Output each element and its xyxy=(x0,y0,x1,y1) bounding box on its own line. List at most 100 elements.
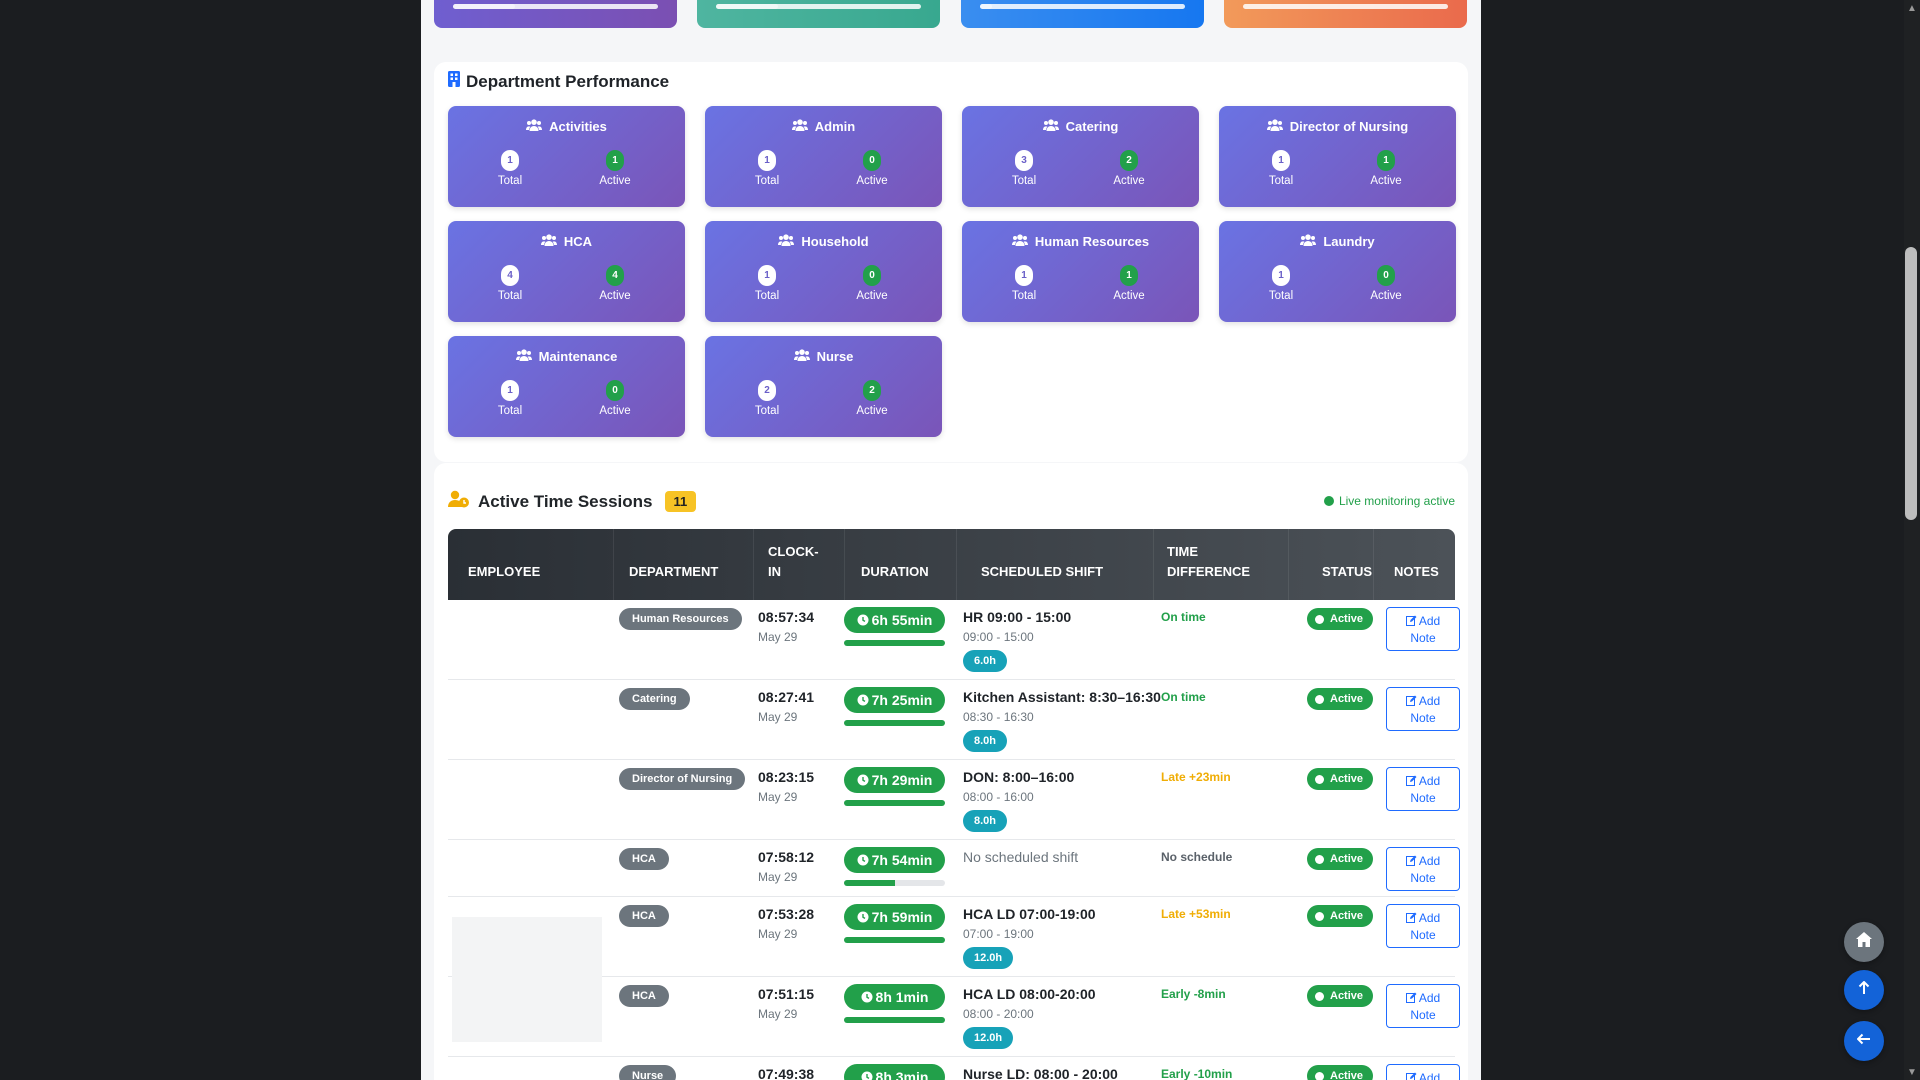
column-header[interactable]: NOTES xyxy=(1394,562,1439,582)
total-label: Total xyxy=(1011,290,1037,302)
duration-text: 7h 29min xyxy=(871,772,933,788)
department-card[interactable]: Catering 3 Total 2 Active xyxy=(962,106,1199,207)
arrow-up-icon xyxy=(1858,980,1870,1000)
department-card[interactable]: Admin 1 Total 0 Active xyxy=(705,106,942,207)
column-divider xyxy=(1288,529,1289,600)
department-card[interactable]: Activities 1 Total 1 Active xyxy=(448,106,685,207)
scrollbar-thumb[interactable] xyxy=(1905,247,1917,520)
add-note-label: Note xyxy=(1410,791,1436,805)
page-scrollbar[interactable] xyxy=(1904,0,1920,1080)
home-button[interactable] xyxy=(1844,922,1884,962)
column-header[interactable]: STATUS xyxy=(1322,562,1372,582)
edit-icon xyxy=(1405,774,1419,788)
clock-in-time: 07:53:28 xyxy=(758,906,815,922)
active-count-badge: 1 xyxy=(1377,150,1395,171)
scroll-up-arrow-icon[interactable]: ▲ xyxy=(1907,3,1917,14)
time-difference: No schedule xyxy=(1161,850,1233,864)
clock-in-time: 07:58:12 xyxy=(758,849,815,865)
session-count-badge: 11 xyxy=(664,491,697,512)
active-count-badge: 0 xyxy=(863,150,881,171)
department-card[interactable]: Human Resources 1 Total 1 Active xyxy=(962,221,1199,322)
active-metric: 0 Active xyxy=(1346,265,1426,302)
department-card[interactable]: Household 1 Total 0 Active xyxy=(705,221,942,322)
department-card-header: Maintenance xyxy=(448,349,685,364)
add-note-button[interactable]: AddNote xyxy=(1386,904,1460,948)
duration-badge: 7h 25min xyxy=(844,687,945,713)
back-button[interactable] xyxy=(1844,1021,1884,1061)
stat-card-1 xyxy=(434,0,677,28)
status-dot-icon xyxy=(1315,1071,1324,1080)
duration-text: 7h 59min xyxy=(871,909,933,925)
total-count-badge: 2 xyxy=(758,380,776,401)
add-note-button[interactable]: AddNote xyxy=(1386,984,1460,1028)
department-card[interactable]: Director of Nursing 1 Total 1 Active xyxy=(1219,106,1456,207)
clock-icon xyxy=(857,852,872,868)
add-note-button[interactable]: AddNote xyxy=(1386,687,1460,731)
add-note-button[interactable]: AddNote xyxy=(1386,1064,1460,1080)
department-name: Laundry xyxy=(1323,234,1375,249)
time-difference: Late +23min xyxy=(1161,770,1231,784)
duration-progress-fill xyxy=(844,937,945,943)
department-card[interactable]: Maintenance 1 Total 0 Active xyxy=(448,336,685,437)
department-card[interactable]: Nurse 2 Total 2 Active xyxy=(705,336,942,437)
active-count-badge: 0 xyxy=(863,265,881,286)
duration-badge: 6h 55min xyxy=(844,607,945,633)
department-card-header: Activities xyxy=(448,119,685,134)
duration-progress-fill xyxy=(844,640,945,646)
duration-badge: 8h 1min xyxy=(844,984,945,1010)
total-count-badge: 1 xyxy=(1015,265,1033,286)
sessions-table-header: EMPLOYEE DEPARTMENT CLOCK- IN DURATION SCHED… xyxy=(448,529,1455,600)
users-icon xyxy=(793,349,810,364)
department-performance-title: Department Performance xyxy=(466,71,670,91)
active-metric: 4 Active xyxy=(575,265,655,302)
active-count-badge: 0 xyxy=(1377,265,1395,286)
status-dot-icon xyxy=(1315,854,1324,864)
column-header[interactable]: CLOCK- IN xyxy=(768,542,819,582)
active-count-badge: 0 xyxy=(606,380,624,401)
active-sessions-heading: Active Time Sessions 11 xyxy=(448,490,697,513)
status-text: Active xyxy=(1330,1070,1364,1080)
add-note-button[interactable]: AddNote xyxy=(1386,847,1460,891)
department-card[interactable]: HCA 4 Total 4 Active xyxy=(448,221,685,322)
total-metric: 4 Total xyxy=(470,265,550,302)
scheduled-shift: DON: 8:00–16:00 xyxy=(963,769,1075,785)
add-note-button[interactable]: AddNote xyxy=(1386,767,1460,811)
scheduled-shift: HCA LD 07:00-19:00 xyxy=(963,906,1096,922)
stat-card-3 xyxy=(961,0,1204,28)
add-note-label: Add xyxy=(1418,854,1441,868)
column-header[interactable]: DURATION xyxy=(861,562,929,582)
status-badge: Active xyxy=(1307,688,1374,710)
column-header[interactable]: SCHEDULED SHIFT xyxy=(981,562,1103,582)
users-icon xyxy=(1042,119,1059,134)
duration-badge: 7h 54min xyxy=(844,847,945,873)
dashboard-page: Department Performance Activities 1 Total 1… xyxy=(421,0,1481,1080)
duration-text: 6h 55min xyxy=(871,612,933,628)
active-sessions-title: Active Time Sessions xyxy=(478,491,653,511)
status-dot-icon xyxy=(1315,991,1324,1001)
status-dot-icon xyxy=(1315,694,1324,704)
clock-in-time: 07:51:15 xyxy=(758,986,815,1002)
total-label: Total xyxy=(1268,290,1294,302)
active-metric: 2 Active xyxy=(832,380,912,417)
add-note-label: Add xyxy=(1418,1071,1441,1080)
shift-hours-badge: 8.0h xyxy=(963,730,1008,752)
active-label: Active xyxy=(599,175,631,187)
department-name: Catering xyxy=(1065,119,1119,134)
active-label: Active xyxy=(1370,290,1402,302)
department-card[interactable]: Laundry 1 Total 0 Active xyxy=(1219,221,1456,322)
column-header[interactable]: EMPLOYEE xyxy=(468,562,540,582)
department-name: Admin xyxy=(814,119,856,134)
clock-icon xyxy=(861,989,876,1005)
clock-in-time: 08:57:34 xyxy=(758,609,815,625)
clock-in-date: May 29 xyxy=(758,710,798,724)
add-note-button[interactable]: AddNote xyxy=(1386,607,1460,651)
column-header[interactable]: DEPARTMENT xyxy=(629,562,718,582)
edit-icon xyxy=(1405,1071,1419,1080)
scroll-down-arrow-icon[interactable]: ▼ xyxy=(1907,1067,1917,1078)
users-icon xyxy=(1011,234,1028,249)
shift-hours-badge: 12.0h xyxy=(963,1027,1014,1049)
active-label: Active xyxy=(856,290,888,302)
column-header[interactable]: TIME DIFFERENCE xyxy=(1167,542,1250,582)
active-count-badge: 1 xyxy=(1120,265,1138,286)
scroll-top-button[interactable] xyxy=(1844,970,1884,1010)
